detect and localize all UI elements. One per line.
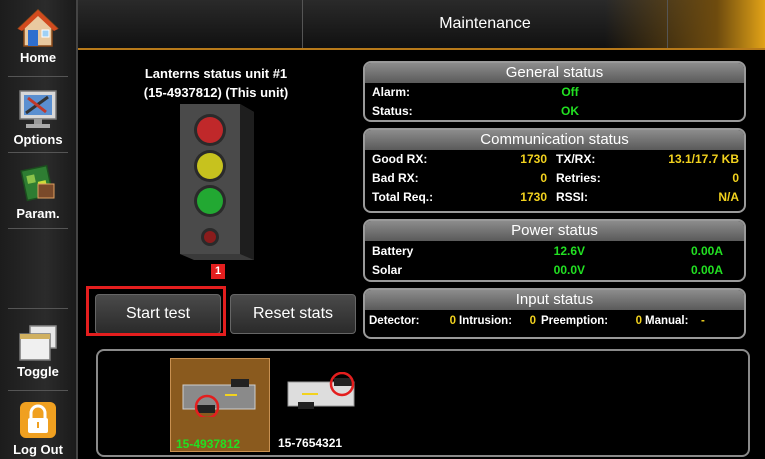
- panel-title: Power status: [365, 221, 744, 241]
- page-title: Maintenance: [302, 0, 668, 48]
- traffic-light: [180, 104, 254, 260]
- device-id: 15-4937812: [176, 437, 241, 451]
- sidebar: Home Options Param. Toggle Log Out: [0, 0, 78, 459]
- solar-label: Solar: [372, 263, 403, 277]
- rssi-label: RSSI:: [556, 190, 589, 204]
- panel-title: Input status: [365, 290, 744, 310]
- device-item[interactable]: 15-7654321: [278, 358, 368, 452]
- detector-label: Detector:: [369, 315, 420, 327]
- divider: [8, 308, 68, 309]
- good-rx-label: Good RX:: [372, 152, 428, 166]
- tx-rx-label: TX/RX:: [556, 152, 596, 166]
- panel-title: General status: [365, 63, 744, 83]
- devices-panel: 15-4937812 15-7654321: [96, 349, 750, 457]
- intrusion-value: 0: [529, 315, 536, 327]
- panel-title: Communication status: [365, 130, 744, 150]
- solar-voltage: 00.0V: [553, 263, 585, 277]
- solar-current: 0.00A: [690, 263, 723, 277]
- lantern-title-line2: (15-4937812) (This unit): [143, 85, 289, 100]
- communication-status-panel: Communication status Good RX: 1730 TX/RX…: [363, 128, 746, 213]
- divider: [8, 152, 68, 153]
- battery-current: 0.00A: [690, 244, 723, 258]
- sidebar-item-param[interactable]: Param.: [0, 162, 76, 221]
- options-icon: [19, 90, 57, 128]
- sidebar-item-options[interactable]: Options: [0, 88, 76, 147]
- divider: [8, 390, 68, 391]
- bad-rx-value: 0: [540, 171, 547, 185]
- total-req-value: 1730: [520, 190, 547, 204]
- highlight-box: [86, 286, 226, 336]
- device-id: 15-7654321: [278, 436, 343, 450]
- battery-voltage: 12.6V: [553, 244, 585, 258]
- sidebar-item-logout[interactable]: Log Out: [0, 400, 76, 457]
- intrusion-label: Intrusion:: [459, 315, 513, 327]
- power-status-panel: Power status Battery 12.6V 0.00A Solar 0…: [363, 219, 746, 282]
- red-lamp: [197, 117, 223, 143]
- alarm-label: Alarm:: [372, 85, 411, 99]
- detector-value: 0: [449, 315, 456, 327]
- green-lamp: [197, 188, 223, 214]
- param-icon: [20, 164, 55, 202]
- sidebar-item-label: Log Out: [13, 442, 63, 457]
- device-item-selected[interactable]: 15-4937812: [170, 358, 270, 452]
- tx-rx-value: 13.1/17.7 KB: [668, 152, 739, 166]
- lantern-title: Lanterns status unit #1 (15-4937812) (Th…: [92, 64, 340, 102]
- sidebar-item-toggle[interactable]: Toggle: [0, 322, 76, 379]
- device-icon: [287, 372, 355, 409]
- home-icon: [17, 8, 59, 47]
- sidebar-item-label: Home: [19, 50, 57, 65]
- good-rx-value: 1730: [520, 152, 547, 166]
- divider: [8, 228, 68, 229]
- retries-value: 0: [732, 171, 739, 185]
- yellow-lamp: [197, 153, 223, 179]
- sidebar-item-home[interactable]: Home: [0, 8, 76, 65]
- small-red-lamp: [204, 231, 216, 243]
- lantern-count-badge: 1: [211, 264, 225, 279]
- manual-value: -: [701, 315, 705, 327]
- status-value: OK: [561, 104, 579, 118]
- header-bar: Maintenance: [78, 0, 765, 50]
- manual-label: Manual:: [645, 315, 689, 327]
- divider: [8, 76, 68, 77]
- status-label: Status:: [372, 104, 413, 118]
- device-icon: [182, 379, 256, 417]
- retries-label: Retries:: [556, 171, 601, 185]
- input-status-panel: Input status Detector: 0 Intrusion: 0 Pr…: [363, 288, 746, 339]
- sidebar-item-label: Options: [13, 132, 63, 147]
- battery-label: Battery: [372, 244, 414, 258]
- total-req-label: Total Req.:: [372, 190, 434, 204]
- preemption-value: 0: [635, 315, 642, 327]
- general-status-panel: General status Alarm: Off Status: OK: [363, 61, 746, 122]
- toggle-icon: [19, 325, 57, 361]
- rssi-value: N/A: [718, 190, 739, 204]
- sidebar-item-label: Toggle: [17, 364, 59, 379]
- reset-stats-button[interactable]: Reset stats: [230, 294, 356, 334]
- preemption-label: Preemption:: [541, 315, 609, 327]
- alarm-value: Off: [561, 85, 579, 99]
- sidebar-item-label: Param.: [16, 206, 60, 221]
- bad-rx-label: Bad RX:: [372, 171, 419, 185]
- lock-icon: [20, 402, 56, 438]
- lantern-title-line1: Lanterns status unit #1: [144, 66, 288, 81]
